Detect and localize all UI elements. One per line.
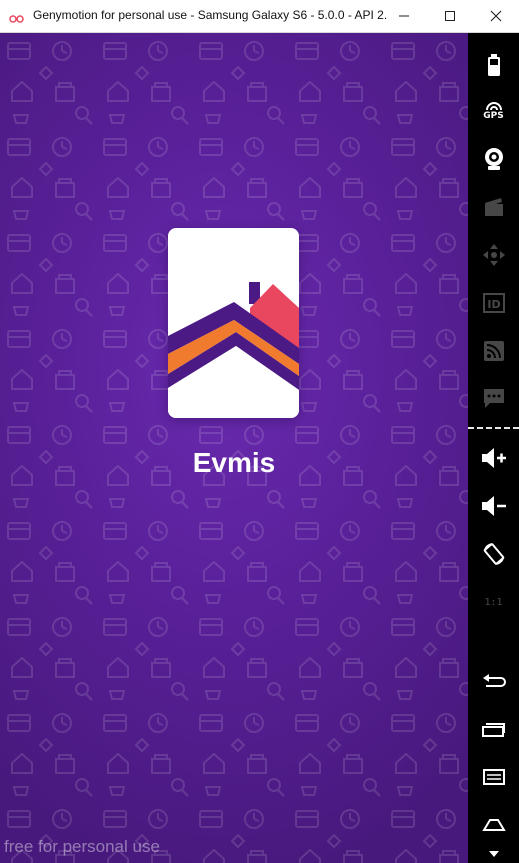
volume-down-button[interactable]	[468, 486, 519, 526]
recent-apps-icon	[481, 723, 505, 737]
rotate-button[interactable]	[468, 534, 519, 574]
back-icon	[482, 674, 506, 687]
menu-icon	[482, 769, 505, 785]
home-button[interactable]	[468, 805, 519, 845]
move-dpad-icon	[482, 244, 505, 266]
maximize-icon	[445, 11, 455, 21]
pixel-perfect-icon: 1:1	[484, 596, 503, 608]
webcam-button[interactable]	[468, 139, 519, 179]
media-button[interactable]	[468, 187, 519, 227]
webcam-icon	[484, 148, 503, 170]
sidebar-scroll-down[interactable]	[468, 845, 519, 863]
network-button[interactable]	[468, 331, 519, 371]
close-button[interactable]	[473, 0, 519, 32]
svg-text:ID: ID	[487, 298, 500, 311]
minimize-button[interactable]	[381, 0, 427, 32]
chevron-down-icon	[488, 851, 499, 857]
identifiers-icon: ID	[482, 293, 505, 313]
identifiers-button[interactable]: ID	[468, 283, 519, 323]
rotate-icon	[483, 543, 504, 565]
back-button[interactable]	[468, 661, 519, 701]
move-button[interactable]	[468, 235, 519, 275]
media-clapper-icon	[484, 198, 503, 216]
gps-label: GPS	[483, 110, 504, 121]
emulator-sidebar: GPS ID 1:1	[468, 33, 519, 863]
window-titlebar[interactable]: Genymotion for personal use - Samsung Ga…	[0, 0, 519, 33]
sms-icon	[483, 389, 504, 408]
gps-button[interactable]: GPS	[468, 91, 519, 131]
watermark-text: free for personal use	[4, 837, 160, 856]
battery-icon	[487, 54, 500, 76]
recent-apps-button[interactable]	[468, 709, 519, 749]
app-logo	[168, 228, 299, 418]
battery-button[interactable]	[468, 45, 519, 85]
network-icon	[483, 341, 504, 361]
window-title: Genymotion for personal use - Samsung Ga…	[33, 8, 388, 22]
volume-up-button[interactable]	[468, 438, 519, 478]
app-name: Evmis	[192, 447, 276, 478]
home-icon	[481, 819, 506, 831]
sidebar-divider	[468, 427, 519, 429]
genymotion-logo-icon	[9, 11, 25, 23]
volume-up-icon	[481, 448, 506, 468]
menu-button[interactable]	[468, 757, 519, 797]
minimize-icon	[399, 15, 409, 17]
gps-icon	[485, 101, 502, 110]
sms-button[interactable]	[468, 379, 519, 419]
close-icon	[490, 10, 502, 22]
volume-down-icon	[481, 496, 506, 516]
maximize-button[interactable]	[427, 0, 473, 32]
pixel-perfect-button[interactable]: 1:1	[468, 582, 519, 622]
emulator-screen[interactable]: Evmis free for personal use	[0, 33, 468, 863]
